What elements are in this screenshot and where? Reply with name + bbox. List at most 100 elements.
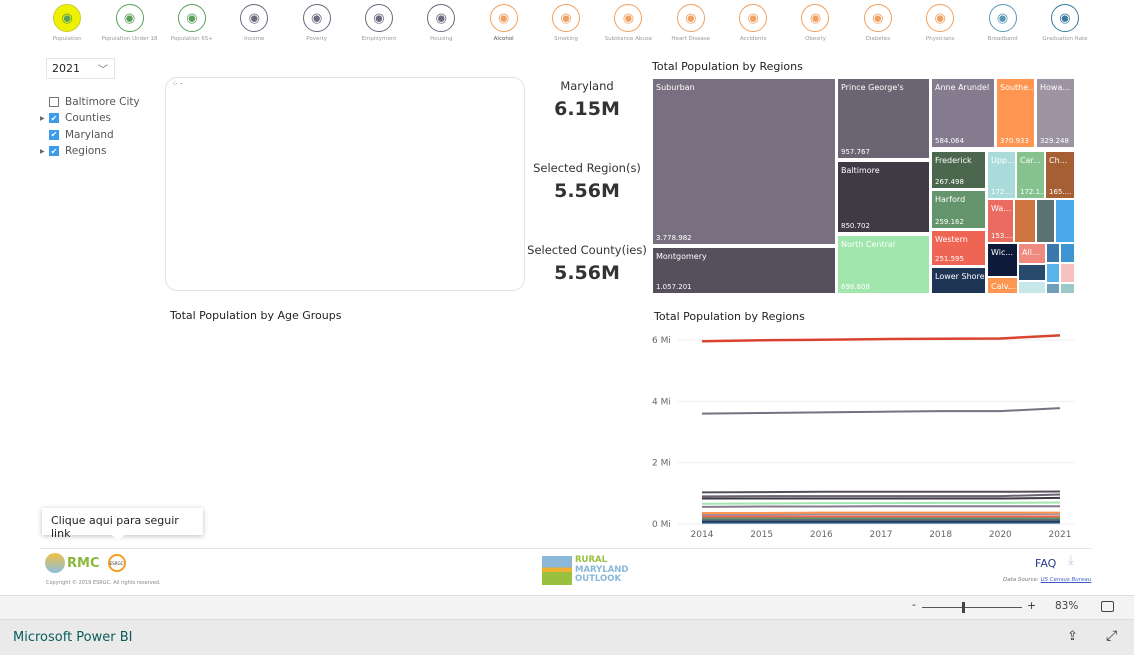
treemap-cell[interactable]: Anne Arundel 584.064	[931, 78, 995, 148]
series-line	[701, 505, 1060, 508]
nav-antenna[interactable]: ◉ Broadband	[971, 4, 1033, 48]
indicator-nav: ◉ Population ◉ Population Under 18 ◉ Populati…	[36, 4, 1096, 48]
zoom-slider[interactable]	[922, 607, 1022, 608]
nav-house[interactable]: ◉ Housing	[410, 4, 472, 48]
year-dropdown[interactable]: 2021 ﹀	[46, 58, 115, 79]
powerbi-link[interactable]: Microsoft Power BI	[13, 630, 132, 645]
nav-graduate[interactable]: ◉ Graduation Rate	[1034, 4, 1096, 48]
nav-label: Obesity	[804, 36, 826, 42]
treemap-cell[interactable]: Upp... 172....	[987, 151, 1016, 199]
treemap-cell[interactable]	[1046, 263, 1060, 283]
stethoscope-icon: ◉	[926, 4, 955, 32]
nav-money-bag[interactable]: ◉ Poverty	[285, 4, 347, 48]
y-tick-label: 6 Mi	[652, 336, 671, 346]
nav-scale[interactable]: ◉ Obesity	[784, 4, 846, 48]
age-chart-title: Total Population by Age Groups	[170, 309, 342, 322]
zoom-level: 83%	[1055, 600, 1079, 612]
nav-label: Heart Disease	[671, 36, 711, 42]
nav-pills[interactable]: ◉ Substance Abuse	[597, 4, 659, 48]
map-visual[interactable]: ⁘ ·	[165, 77, 525, 291]
checkbox[interactable]: ✔	[49, 146, 59, 157]
faq-link[interactable]: FAQ	[1035, 557, 1056, 570]
treemap-cell[interactable]: Baltimore 850.702	[837, 161, 930, 233]
expand-caret-icon[interactable]: ▶	[40, 148, 49, 155]
rmc-text: RMC	[67, 555, 100, 571]
nav-heart-organ[interactable]: ◉ Heart Disease	[660, 4, 722, 48]
treemap-cell[interactable]	[1046, 243, 1060, 263]
checkbox[interactable]: ✔	[49, 113, 59, 124]
cell-label: Car...	[1020, 156, 1041, 165]
treemap-cell[interactable]	[1018, 264, 1046, 281]
nav-cigarette[interactable]: ◉ Smoking	[535, 4, 597, 48]
cell-value: 251.595	[935, 255, 964, 263]
treemap-cell[interactable]	[1060, 263, 1075, 283]
zoom-out-button[interactable]: -	[912, 598, 916, 611]
treemap-cell[interactable]: Prince George's 957.767	[837, 78, 930, 159]
data-source-link[interactable]: US Census Bureau	[1041, 577, 1092, 583]
copyright: Copyright © 2019 ESRGC. All rights reser…	[46, 580, 161, 586]
treemap-cell[interactable]	[1014, 199, 1036, 243]
zoom-in-button[interactable]: +	[1027, 599, 1036, 612]
nav-briefcase[interactable]: ◉ Employment	[348, 4, 410, 48]
treemap-cell[interactable]: Wic...	[987, 243, 1018, 277]
rural-maryland-outlook-logo[interactable]: RURAL MARYLAND OUTLOOK	[542, 555, 628, 585]
slicer-item[interactable]: ▶ ✔ Regions	[40, 143, 140, 159]
treemap-cell[interactable]	[1060, 283, 1075, 294]
zoom-slider-thumb[interactable]	[962, 602, 965, 613]
treemap-cell[interactable]: Calv...	[987, 277, 1018, 294]
slicer-item[interactable]: ✔ Maryland	[40, 127, 140, 143]
fit-to-page-icon[interactable]	[1101, 601, 1114, 612]
cigarette-icon: ◉	[552, 4, 581, 32]
fullscreen-icon[interactable]: ⤢	[1106, 628, 1117, 644]
chevron-down-icon: ﹀	[98, 65, 108, 76]
treemap-cell[interactable]: Wa... 153....	[987, 199, 1014, 243]
cell-value: 329.248	[1040, 137, 1069, 145]
checkbox[interactable]	[49, 97, 59, 108]
esrgc-logo[interactable]: ESRGC	[107, 554, 126, 572]
treemap-cell[interactable]: Southe... 370.933	[996, 78, 1035, 148]
treemap-cell[interactable]: All...	[1018, 243, 1046, 264]
treemap-cell[interactable]	[1060, 243, 1075, 263]
treemap-cell[interactable]: Howa... 329.248	[1036, 78, 1075, 148]
nav-beer[interactable]: ◉ Alcohol	[473, 4, 535, 48]
nav-accident[interactable]: ◉ Accidents	[722, 4, 784, 48]
x-tick-label: 2021	[1049, 530, 1072, 540]
nav-seniors[interactable]: ◉ Population 65+	[161, 4, 223, 48]
treemap-cell[interactable]	[1046, 283, 1060, 294]
slicer-item[interactable]: ▶ ✔ Counties	[40, 110, 140, 126]
share-icon[interactable]: ⇪	[1067, 629, 1078, 644]
treemap-cell[interactable]: Harford 259.162	[931, 190, 986, 229]
cell-label: All...	[1022, 248, 1040, 257]
nav-children[interactable]: ◉ Population Under 18	[98, 4, 160, 48]
treemap-cell[interactable]	[1036, 199, 1055, 243]
loading-dots-icon: ⁘ ·	[172, 80, 183, 88]
treemap-cell[interactable]: Suburban 3.778.982	[652, 78, 836, 245]
nav-stethoscope[interactable]: ◉ Physicians	[909, 4, 971, 48]
treemap-cell[interactable]: Western 251.595	[931, 230, 986, 266]
rmc-logo[interactable]: RMC ESRGC	[45, 553, 126, 573]
nav-family[interactable]: ◉ Population	[36, 4, 98, 48]
x-tick-label: 2017	[870, 530, 893, 540]
series-line	[702, 512, 1061, 516]
treemap-cell[interactable]: Lower Shore	[931, 267, 986, 294]
treemap-cell[interactable]	[1055, 199, 1075, 243]
treemap-cell[interactable]: North Central 698.808	[837, 235, 930, 294]
slicer-item[interactable]: Baltimore City	[40, 94, 140, 110]
checkbox[interactable]: ✔	[49, 129, 59, 140]
treemap-cell[interactable]: Ch... 165....	[1045, 151, 1075, 199]
treemap-cell[interactable]: Montgomery 1.057.201	[652, 247, 836, 294]
download-icon[interactable]: ⤓	[1068, 553, 1074, 568]
treemap-cell[interactable]: Car... 172.1...	[1016, 151, 1045, 199]
line-chart: 0 Mi 2 Mi 4 Mi 6 Mi 2014 2015 2016 2017 2018 2020…	[652, 334, 1075, 540]
nav-heartbeat[interactable]: ◉ Diabetes	[847, 4, 909, 48]
treemap-cell[interactable]: Frederick 267.498	[931, 151, 986, 189]
treemap-cell[interactable]	[1018, 281, 1046, 294]
nav-label: Income	[244, 36, 265, 42]
expand-caret-icon[interactable]: ▶	[40, 115, 49, 122]
nav-money-hand[interactable]: ◉ Income	[223, 4, 285, 48]
seniors-icon: ◉	[177, 4, 206, 32]
series-line	[701, 407, 1061, 415]
kpi-label: Selected County(ies)	[527, 243, 647, 257]
cell-label: Ch...	[1049, 156, 1068, 165]
heartbeat-icon: ◉	[863, 4, 892, 32]
